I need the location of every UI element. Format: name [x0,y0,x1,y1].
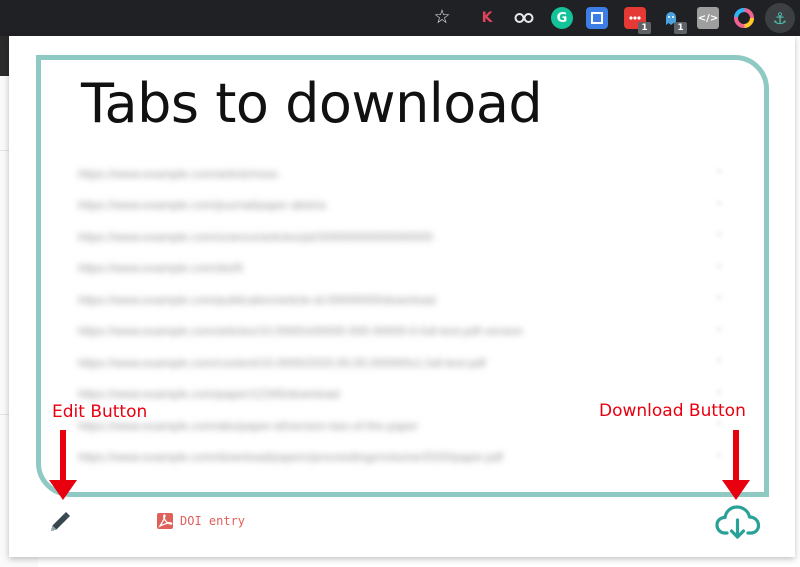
doi-entry-link[interactable]: DOI entry [156,512,245,530]
tab-item[interactable]: https://www.example.com/journal/paper-ab… [78,190,738,222]
tab-url: https://www.example.com/article/research… [78,166,278,181]
remove-tab-icon[interactable]: × [716,229,726,243]
red-extension-icon[interactable]: 1 [624,7,651,34]
tab-url: https://www.example.com/publication/arti… [78,292,436,307]
tab-url: https://www.example.com/science/articles… [78,229,433,244]
tab-url: https://www.example.com/content/10.0000/… [78,355,486,370]
tab-url: https://www.example.com/download/papers/… [78,450,503,465]
edit-button-annotation: Edit Button [52,402,148,422]
download-button[interactable] [714,502,762,542]
pdf-icon [157,513,173,529]
tab-item[interactable]: https://www.example.com/content/10.0000/… [78,347,738,379]
ring-extension-icon[interactable] [733,7,755,29]
remove-tab-icon[interactable]: × [716,166,726,180]
remove-tab-icon[interactable]: × [716,450,726,464]
ghost-extension-icon[interactable]: 1 [660,7,687,34]
edit-annotation-arrow [60,430,66,482]
bookmark-star-icon[interactable]: ☆ [431,7,453,29]
tab-item[interactable]: https://www.example.com/articles/10.0000… [78,316,738,348]
pencil-icon [51,512,70,531]
remove-tab-icon[interactable]: × [716,324,726,338]
tab-item[interactable]: https://www.example.com/publication/arti… [78,284,738,316]
tab-url: https://www.example.com/journal/paper-ab… [78,198,326,213]
tab-url: https://www.example.com/paper/12345/down… [78,387,340,402]
edit-annotation-arrowhead [49,480,77,500]
remove-tab-icon[interactable]: × [716,292,726,306]
cloud-download-icon [715,505,761,539]
page-title: Tabs to download [81,72,543,135]
download-annotation-arrowhead [722,480,750,500]
anchor-extension-icon[interactable]: ⚓ [765,3,795,33]
download-button-annotation: Download Button [599,401,746,421]
edit-button[interactable] [48,510,72,534]
browser-toolbar: ☆ K G 1 1 </> ⚓ [0,0,800,36]
tab-item[interactable]: https://www.example.com/article/research… [78,158,738,190]
k-extension-icon[interactable]: K [476,7,498,29]
tab-url: https://www.example.com/doi/full/10.0000 [78,261,243,276]
tab-url: https://www.example.com/articles/10.0000… [78,324,523,339]
grammarly-extension-icon[interactable]: G [551,7,573,29]
remove-tab-icon[interactable]: × [716,387,726,401]
tab-item[interactable]: https://www.example.com/download/papers/… [78,442,738,474]
red-extension-badge: 1 [638,22,651,34]
download-annotation-arrow [733,430,739,482]
blue-extension-icon[interactable] [586,7,608,29]
doi-entry-label: DOI entry [180,514,246,528]
tab-list: https://www.example.com/article/research… [78,158,738,473]
ghost-extension-badge: 1 [674,22,687,34]
tab-item[interactable]: https://www.example.com/doi/full/10.0000… [78,253,738,285]
remove-tab-icon[interactable]: × [716,355,726,369]
glasses-extension-icon[interactable] [513,7,535,29]
code-extension-icon[interactable]: </> [697,7,719,29]
remove-tab-icon[interactable]: × [716,261,726,275]
tab-item[interactable]: https://www.example.com/science/articles… [78,221,738,253]
remove-tab-icon[interactable]: × [716,198,726,212]
